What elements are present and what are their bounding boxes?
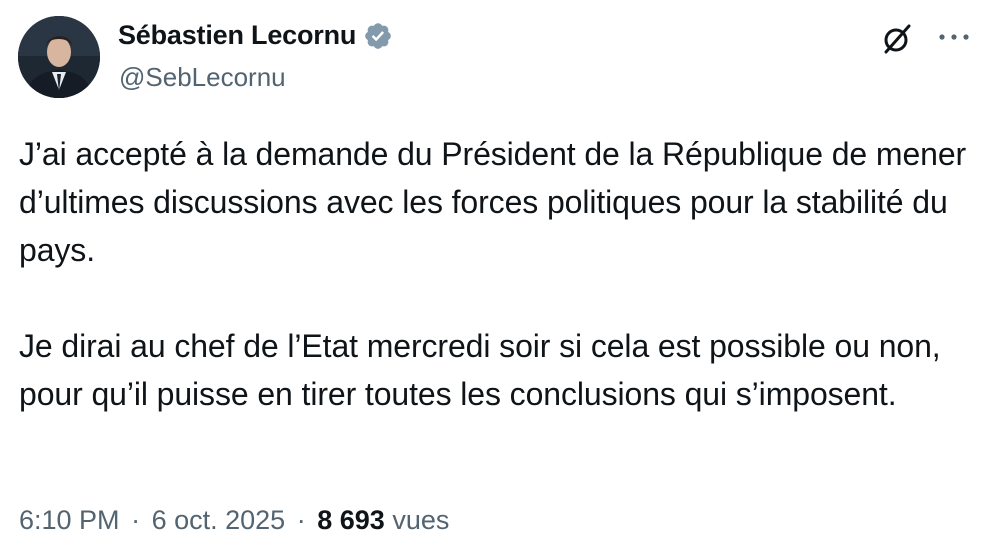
avatar-photo <box>18 16 100 98</box>
verified-badge-icon <box>363 21 393 51</box>
tweet-time[interactable]: 6:10 PM <box>19 505 120 535</box>
author-name-row: Sébastien Lecornu <box>118 20 393 51</box>
views-count[interactable]: 8 693 <box>317 505 385 535</box>
grok-icon <box>884 24 911 54</box>
meta-separator: · <box>296 505 306 535</box>
meta-separator: · <box>131 505 141 535</box>
avatar[interactable] <box>18 16 100 98</box>
author-handle[interactable]: @SebLecornu <box>119 62 286 93</box>
tweet-paragraph: J’ai accepté à la demande du Président d… <box>19 136 967 268</box>
more-horizontal-icon <box>939 34 969 40</box>
grok-button[interactable] <box>880 22 914 56</box>
views-label: vues <box>392 505 450 535</box>
tweet-text: J’ai accepté à la demande du Président d… <box>19 130 979 418</box>
tweet-meta: 6:10 PM · 6 oct. 2025 · 8 693 vues <box>19 505 449 536</box>
tweet-card: Sébastien Lecornu @SebLecornu J’ai accep… <box>0 0 1000 560</box>
more-button[interactable] <box>934 26 974 48</box>
author-display-name[interactable]: Sébastien Lecornu <box>118 20 356 51</box>
tweet-date[interactable]: 6 oct. 2025 <box>152 505 286 535</box>
tweet-paragraph: Je dirai au chef de l’Etat mercredi soir… <box>19 328 941 412</box>
